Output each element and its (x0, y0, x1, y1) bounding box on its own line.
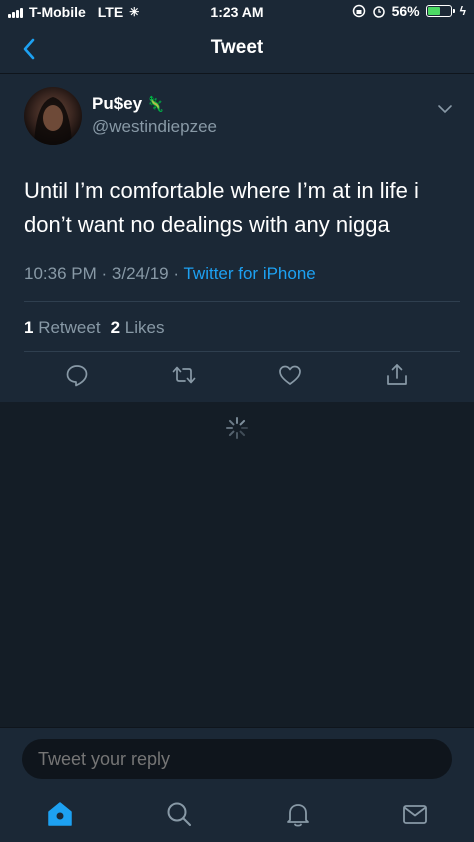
tweet-actions (0, 362, 474, 392)
orientation-lock-icon (352, 4, 365, 18)
retweet-label: Retweet (38, 318, 101, 337)
divider (24, 351, 460, 352)
loading-spinner-icon (226, 417, 248, 439)
battery-icon (425, 5, 455, 17)
tab-bar (0, 790, 474, 842)
home-icon[interactable] (46, 800, 74, 828)
user-name-text: Pu$ey (92, 94, 143, 113)
chevron-down-icon[interactable] (436, 100, 454, 118)
like-heart-icon[interactable] (277, 362, 303, 388)
spinner-tick (228, 430, 235, 437)
tweet-source-link[interactable]: Twitter for iPhone (183, 264, 315, 283)
charging-bolt-icon: ϟ (459, 4, 466, 18)
meta-separator: · (101, 264, 108, 283)
tweet-date: 3/24/19 (111, 264, 169, 283)
tweet-stats: 1 Retweet 2 Likes (24, 318, 164, 338)
user-name[interactable]: Pu$ey 🦎 (92, 94, 165, 114)
alarm-icon (372, 6, 385, 18)
reply-input[interactable] (22, 739, 452, 779)
lizard-emoji: 🦎 (146, 96, 165, 113)
spinner-tick (239, 430, 246, 437)
tweet-text: Until I’m comfortable where I’m at in li… (24, 178, 419, 237)
reply-icon[interactable] (64, 362, 90, 388)
nav-header: Tweet (0, 24, 474, 74)
status-right: 56% ϟ (352, 3, 466, 19)
meta-separator: · (173, 264, 180, 283)
tweet-meta: 10:36 PM · 3/24/19 · Twitter for iPhone (24, 264, 316, 284)
reply-bar (0, 727, 474, 790)
retweet-stat[interactable]: 1 Retweet (24, 318, 101, 338)
like-label: Likes (124, 318, 165, 337)
tweet-card: Pu$ey 🦎 @westindiepzee Until I’m comfort… (0, 74, 474, 402)
page-title: Tweet (210, 37, 264, 58)
like-stat[interactable]: 2 Likes (111, 318, 165, 338)
messages-icon[interactable] (401, 800, 429, 828)
user-handle[interactable]: @westindiepzee (92, 117, 217, 137)
spinner-tick (239, 419, 246, 426)
avatar[interactable] (24, 87, 82, 145)
retweet-count: 1 (24, 318, 34, 337)
divider (24, 301, 460, 302)
notifications-icon[interactable] (284, 800, 312, 828)
tweet-time: 10:36 PM (24, 264, 97, 283)
spinner-tick (228, 419, 235, 426)
search-icon[interactable] (165, 800, 193, 828)
status-bar: T-Mobile LTE ✳ 1:23 AM 56% ϟ (0, 0, 474, 24)
battery-percent: 56% (391, 3, 420, 19)
like-count: 2 (110, 318, 121, 337)
share-icon[interactable] (384, 362, 410, 388)
retweet-icon[interactable] (171, 362, 197, 388)
